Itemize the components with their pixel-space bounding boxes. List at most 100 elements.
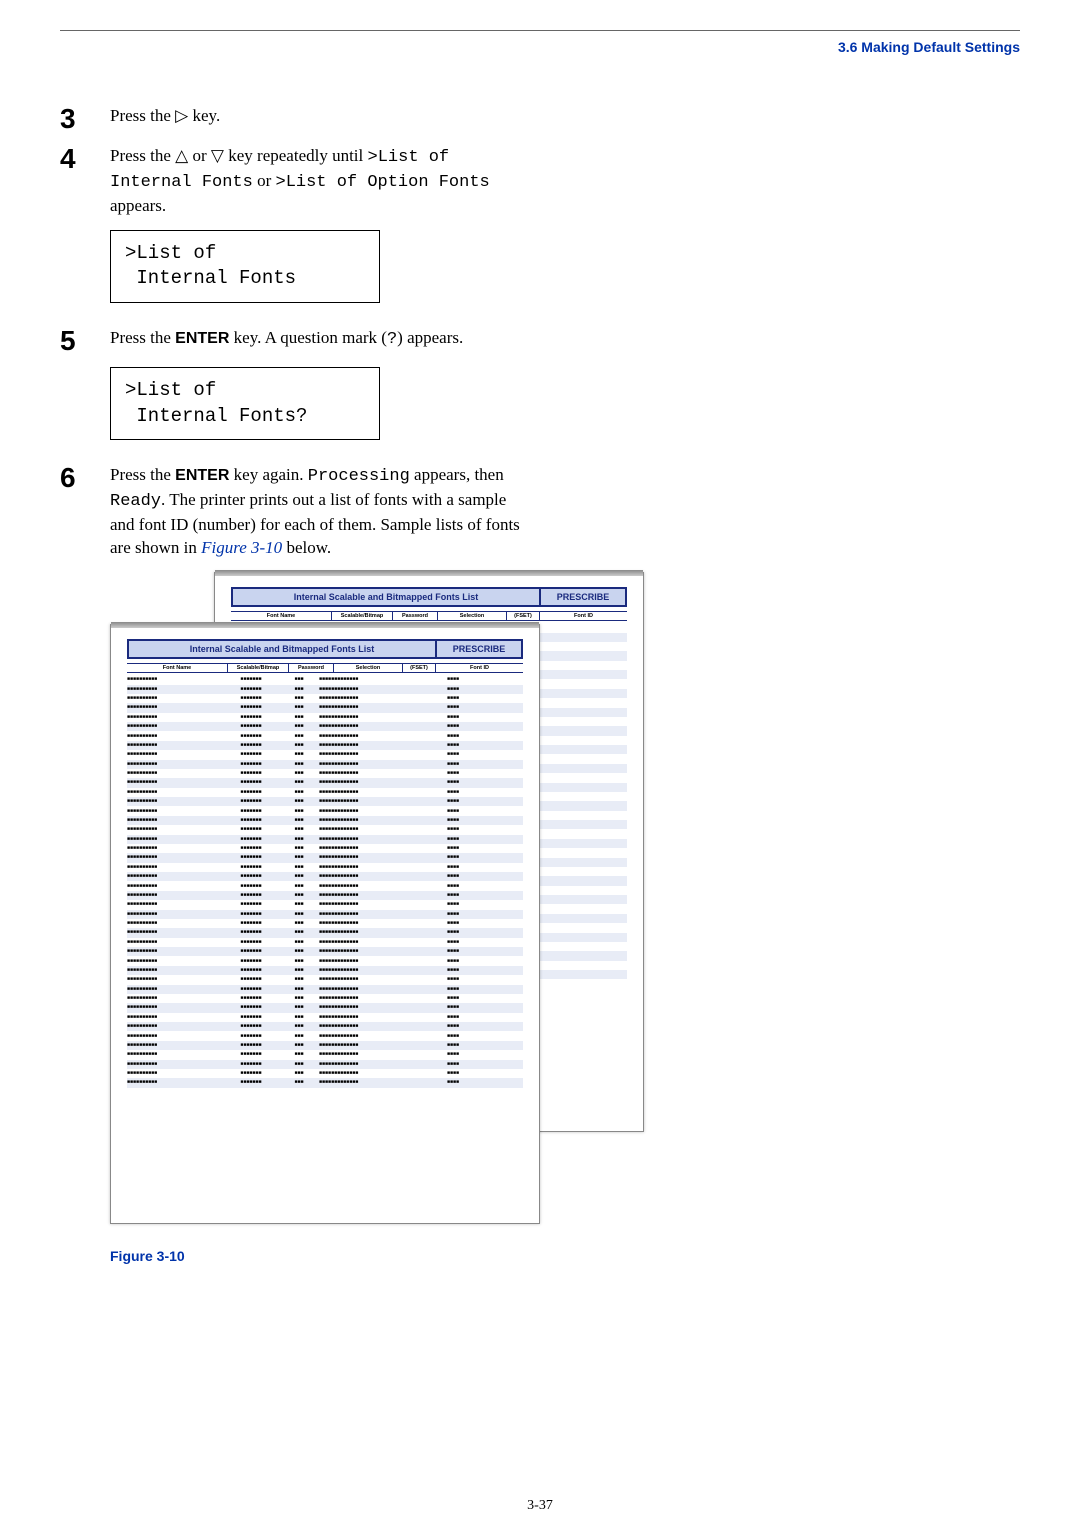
txt: or	[253, 171, 276, 190]
table-row: ■■■■■■■■■■■■■■■■■■■■■■■■■■■■■■■■■■■■■	[127, 1050, 523, 1059]
table-row: ■■■■■■■■■■■■■■■■■■■■■■■■■■■■■■■■■■■■■	[127, 694, 523, 703]
step-number: 3	[60, 105, 110, 133]
table-row: ■■■■■■■■■■■■■■■■■■■■■■■■■■■■■■■■■■■■■	[127, 994, 523, 1003]
hdr-scalable: Scalable/Bitmap	[228, 664, 289, 672]
txt: Press the	[110, 146, 175, 165]
table-row: ■■■■■■■■■■■■■■■■■■■■■■■■■■■■■■■■■■■■■	[127, 778, 523, 787]
txt: ) appears.	[397, 328, 463, 347]
lcd-display-1: >List of Internal Fonts	[110, 230, 380, 303]
table-row: ■■■■■■■■■■■■■■■■■■■■■■■■■■■■■■■■■■■■■	[127, 1003, 523, 1012]
table-row: ■■■■■■■■■■■■■■■■■■■■■■■■■■■■■■■■■■■■■	[127, 1069, 523, 1078]
table-row: ■■■■■■■■■■■■■■■■■■■■■■■■■■■■■■■■■■■■■	[127, 835, 523, 844]
table-row: ■■■■■■■■■■■■■■■■■■■■■■■■■■■■■■■■■■■■■	[127, 825, 523, 834]
report-rows: ■■■■■■■■■■■■■■■■■■■■■■■■■■■■■■■■■■■■■■■■…	[127, 675, 523, 1088]
enter-key: ENTER	[175, 330, 229, 347]
figure-area: Internal Scalable and Bitmapped Fonts Li…	[110, 572, 620, 1232]
table-row: ■■■■■■■■■■■■■■■■■■■■■■■■■■■■■■■■■■■■■	[127, 863, 523, 872]
table-row: ■■■■■■■■■■■■■■■■■■■■■■■■■■■■■■■■■■■■■	[127, 1022, 523, 1031]
lcd-display-2: >List of Internal Fonts?	[110, 367, 380, 440]
hdr-font-name: Font Name	[127, 664, 228, 672]
hdr-password: Password	[393, 612, 438, 620]
hdr-selection: Selection	[334, 664, 403, 672]
report-header-row: Font Name Scalable/Bitmap Password Selec…	[127, 663, 523, 673]
table-row: ■■■■■■■■■■■■■■■■■■■■■■■■■■■■■■■■■■■■■	[127, 844, 523, 853]
table-row: ■■■■■■■■■■■■■■■■■■■■■■■■■■■■■■■■■■■■■	[127, 891, 523, 900]
table-row: ■■■■■■■■■■■■■■■■■■■■■■■■■■■■■■■■■■■■■	[127, 872, 523, 881]
table-row: ■■■■■■■■■■■■■■■■■■■■■■■■■■■■■■■■■■■■■	[127, 1013, 523, 1022]
hdr-scalable: Scalable/Bitmap	[332, 612, 393, 620]
figure-link[interactable]: Figure 3-10	[201, 538, 282, 557]
hdr-font-name: Font Name	[231, 612, 332, 620]
table-row: ■■■■■■■■■■■■■■■■■■■■■■■■■■■■■■■■■■■■■	[127, 703, 523, 712]
hdr-pset: (FSET)	[403, 664, 436, 672]
table-row: ■■■■■■■■■■■■■■■■■■■■■■■■■■■■■■■■■■■■■	[127, 788, 523, 797]
table-row: ■■■■■■■■■■■■■■■■■■■■■■■■■■■■■■■■■■■■■	[127, 1078, 523, 1087]
table-row: ■■■■■■■■■■■■■■■■■■■■■■■■■■■■■■■■■■■■■	[127, 910, 523, 919]
txt: Press the	[110, 106, 175, 125]
table-row: ■■■■■■■■■■■■■■■■■■■■■■■■■■■■■■■■■■■■■	[127, 675, 523, 684]
hdr-font-id: Font ID	[436, 664, 523, 672]
txt: key.	[188, 106, 220, 125]
table-row: ■■■■■■■■■■■■■■■■■■■■■■■■■■■■■■■■■■■■■	[127, 741, 523, 750]
down-arrow-icon: ▽	[211, 146, 224, 165]
table-row: ■■■■■■■■■■■■■■■■■■■■■■■■■■■■■■■■■■■■■	[127, 760, 523, 769]
hdr-font-id: Font ID	[540, 612, 627, 620]
hdr-pset: (FSET)	[507, 612, 540, 620]
report-brand: PRESCRIBE	[539, 589, 625, 605]
step-4: 4 Press the △ or ▽ key repeatedly until …	[60, 145, 1020, 218]
table-row: ■■■■■■■■■■■■■■■■■■■■■■■■■■■■■■■■■■■■■	[127, 713, 523, 722]
report-titlebar: Internal Scalable and Bitmapped Fonts Li…	[127, 639, 523, 659]
table-row: ■■■■■■■■■■■■■■■■■■■■■■■■■■■■■■■■■■■■■	[127, 731, 523, 740]
step-body: Press the ENTER key. A question mark (?)…	[110, 327, 530, 352]
txt: appears.	[110, 196, 166, 215]
txt: or	[188, 146, 211, 165]
table-row: ■■■■■■■■■■■■■■■■■■■■■■■■■■■■■■■■■■■■■	[127, 956, 523, 965]
txt: key repeatedly until	[224, 146, 368, 165]
up-arrow-icon: △	[175, 146, 188, 165]
table-row: ■■■■■■■■■■■■■■■■■■■■■■■■■■■■■■■■■■■■■	[127, 806, 523, 815]
report-sheet-front: Internal Scalable and Bitmapped Fonts Li…	[110, 624, 540, 1224]
table-row: ■■■■■■■■■■■■■■■■■■■■■■■■■■■■■■■■■■■■■	[127, 1041, 523, 1050]
txt: key. A question mark (	[229, 328, 387, 347]
table-row: ■■■■■■■■■■■■■■■■■■■■■■■■■■■■■■■■■■■■■	[127, 1060, 523, 1069]
report-titlebar: Internal Scalable and Bitmapped Fonts Li…	[231, 587, 627, 607]
step-body: Press the ENTER key again. Processing ap…	[110, 464, 530, 560]
table-row: ■■■■■■■■■■■■■■■■■■■■■■■■■■■■■■■■■■■■■	[127, 685, 523, 694]
table-row: ■■■■■■■■■■■■■■■■■■■■■■■■■■■■■■■■■■■■■	[127, 938, 523, 947]
step-number: 5	[60, 327, 110, 355]
binder-clip-icon	[111, 622, 539, 628]
report-header-row: Font Name Scalable/Bitmap Password Selec…	[231, 611, 627, 621]
page: 3.6 Making Default Settings 3 Press the …	[0, 0, 1080, 1528]
table-row: ■■■■■■■■■■■■■■■■■■■■■■■■■■■■■■■■■■■■■	[127, 816, 523, 825]
report-title: Internal Scalable and Bitmapped Fonts Li…	[129, 641, 435, 657]
mono: Processing	[308, 467, 410, 486]
txt: key again.	[229, 465, 307, 484]
step-number: 6	[60, 464, 110, 492]
table-row: ■■■■■■■■■■■■■■■■■■■■■■■■■■■■■■■■■■■■■	[127, 853, 523, 862]
table-row: ■■■■■■■■■■■■■■■■■■■■■■■■■■■■■■■■■■■■■	[127, 900, 523, 909]
mono: Ready	[110, 492, 161, 511]
right-arrow-icon: ▷	[175, 106, 188, 125]
step-number: 4	[60, 145, 110, 173]
txt: Press the	[110, 328, 175, 347]
report-title: Internal Scalable and Bitmapped Fonts Li…	[233, 589, 539, 605]
mono: >List of Option Fonts	[276, 173, 490, 192]
table-row: ■■■■■■■■■■■■■■■■■■■■■■■■■■■■■■■■■■■■■	[127, 797, 523, 806]
table-row: ■■■■■■■■■■■■■■■■■■■■■■■■■■■■■■■■■■■■■	[127, 928, 523, 937]
step-5: 5 Press the ENTER key. A question mark (…	[60, 327, 1020, 355]
table-row: ■■■■■■■■■■■■■■■■■■■■■■■■■■■■■■■■■■■■■	[127, 769, 523, 778]
table-row: ■■■■■■■■■■■■■■■■■■■■■■■■■■■■■■■■■■■■■	[127, 1031, 523, 1040]
section-link[interactable]: 3.6 Making Default Settings	[60, 39, 1020, 55]
table-row: ■■■■■■■■■■■■■■■■■■■■■■■■■■■■■■■■■■■■■	[127, 966, 523, 975]
table-row: ■■■■■■■■■■■■■■■■■■■■■■■■■■■■■■■■■■■■■	[127, 975, 523, 984]
txt: appears, then	[410, 465, 504, 484]
enter-key: ENTER	[175, 467, 229, 484]
table-row: ■■■■■■■■■■■■■■■■■■■■■■■■■■■■■■■■■■■■■	[127, 881, 523, 890]
hdr-password: Password	[289, 664, 334, 672]
report-brand: PRESCRIBE	[435, 641, 521, 657]
table-row: ■■■■■■■■■■■■■■■■■■■■■■■■■■■■■■■■■■■■■	[127, 919, 523, 928]
table-row: ■■■■■■■■■■■■■■■■■■■■■■■■■■■■■■■■■■■■■	[127, 947, 523, 956]
txt: below.	[282, 538, 331, 557]
question-mark: ?	[387, 330, 397, 349]
txt: Press the	[110, 465, 175, 484]
